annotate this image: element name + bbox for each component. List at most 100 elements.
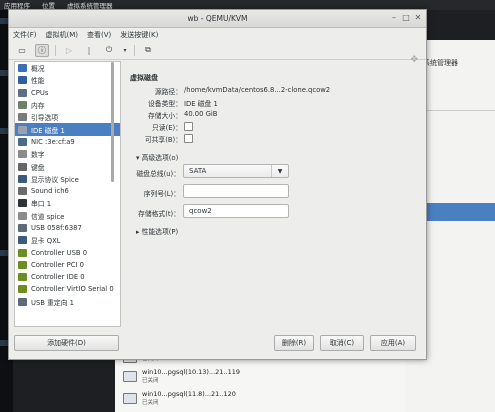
disk-bus-value: SATA <box>189 167 207 175</box>
minimize-icon[interactable]: – <box>389 13 399 22</box>
sidebar-item-label: IDE 磁盘 1 <box>31 126 65 135</box>
sidebar-item[interactable]: 概况 <box>15 62 120 74</box>
shutdown-icon[interactable]: ⏻ <box>102 44 116 57</box>
disk-icon <box>18 125 27 134</box>
menu-vm[interactable]: 虚拟机(M) <box>46 30 79 40</box>
remove-button[interactable]: 删除(R) <box>274 335 314 351</box>
sidebar-item-label: NIC :3e:cf:a9 <box>31 137 75 146</box>
sidebar-item[interactable]: 内存 <box>15 99 120 111</box>
toolbar-separator <box>55 44 56 56</box>
readonly-label: 只读(E)： <box>152 124 182 132</box>
sidebar-item[interactable]: 数字 <box>15 148 120 160</box>
keyboard-icon <box>18 162 27 171</box>
vm-list-item[interactable]: win10...pgsql(10.13)...21..119 已关闭 <box>123 368 240 384</box>
sidebar-item[interactable]: 引导选项 <box>15 111 120 123</box>
sidebar-item[interactable]: 性能 <box>15 74 120 86</box>
window-titlebar[interactable]: wb - QEMU/KVM – □ ✕ <box>9 10 426 28</box>
pause-icon[interactable]: ‖ <box>82 44 96 57</box>
section-title: 虚拟磁盘 <box>130 74 158 82</box>
toolbar-separator <box>134 44 135 56</box>
maximize-icon[interactable]: □ <box>401 13 411 22</box>
memory-icon <box>18 101 27 110</box>
readonly-checkbox[interactable] <box>184 122 193 131</box>
menu-bar: 文件(F) 虚拟机(M) 查看(V) 发送按键(K) <box>9 28 426 41</box>
serial-label: 序列号(L)： <box>143 190 180 198</box>
sidebar-item-label: 引导选项 <box>31 114 59 123</box>
sidebar-item[interactable]: USB 058f:6387 <box>15 222 120 234</box>
sidebar-item[interactable]: USB 重定向 1 <box>15 296 120 308</box>
sidebar-item[interactable]: CPUs <box>15 87 120 99</box>
menu-send-key[interactable]: 发送按键(K) <box>120 30 158 40</box>
sidebar-item-label: CPUs <box>31 88 49 97</box>
toolbar: ▭ ⓘ ▷ ‖ ⏻ ▾ ⧉ <box>9 41 426 60</box>
storage-format-label: 存储格式(t)： <box>138 210 180 218</box>
sidebar-item-label: 显卡 QXL <box>31 237 61 246</box>
overview-icon <box>18 64 27 73</box>
disk-bus-select[interactable]: SATA ▼ <box>183 164 289 178</box>
performance-options-expander[interactable]: ▸ 性能选项(P) <box>136 226 178 236</box>
chevron-down-icon: ▼ <box>271 165 288 177</box>
advanced-options-expander[interactable]: ▾ 高级选项(o) <box>136 152 178 162</box>
source-path-label: 源路径： <box>154 88 182 96</box>
monitor-icon <box>123 370 137 382</box>
sidebar-item[interactable]: 键盘 <box>15 160 120 172</box>
storage-size-value: 40.00 GiB <box>184 110 218 118</box>
close-icon[interactable]: ✕ <box>413 13 423 22</box>
disk-details-panel: 虚拟磁盘 源路径： /home/kvmData/centos6.8...2-cl… <box>122 61 422 325</box>
usb-icon <box>18 224 27 232</box>
sidebar-item[interactable]: 信道 spice <box>15 210 120 222</box>
shareable-checkbox[interactable] <box>184 134 193 143</box>
sidebar-item-label: 信道 spice <box>31 212 65 221</box>
controller-icon <box>18 260 27 269</box>
sidebar-item[interactable]: IDE 磁盘 1 <box>15 123 120 136</box>
sidebar-item-label: 数字 <box>31 151 45 160</box>
storage-format-input[interactable]: qcow2 <box>183 204 289 218</box>
usb-redir-icon <box>18 297 27 306</box>
fullscreen-icon[interactable]: ⧉ <box>141 44 155 57</box>
shutdown-menu-chevron-icon[interactable]: ▾ <box>122 44 128 57</box>
sidebar-item[interactable]: Sound ich6 <box>15 185 120 197</box>
serial-input[interactable] <box>183 184 289 198</box>
sidebar-item[interactable]: Controller PCI 0 <box>15 259 120 271</box>
gear-icon <box>18 113 27 122</box>
shareable-label: 可共享(B)： <box>144 136 182 144</box>
sidebar-item-label: 概况 <box>31 65 45 74</box>
sidebar-item[interactable]: Controller VirtIO Serial 0 <box>15 283 120 295</box>
cpu-icon <box>18 88 27 97</box>
hardware-list[interactable]: 概况 性能 CPUs 内存 引导选项 IDE 磁盘 1 NIC :3e:cf:a9 数字 键盘显… <box>14 61 121 327</box>
console-icon[interactable]: ▭ <box>15 44 29 57</box>
serial-icon <box>18 199 27 208</box>
sidebar-item[interactable]: Controller IDE 0 <box>15 271 120 283</box>
sidebar-item-label: 键盘 <box>31 163 45 172</box>
menu-view[interactable]: 查看(V) <box>87 30 111 40</box>
device-type-value: IDE 磁盘 1 <box>184 100 218 108</box>
details-icon[interactable]: ⓘ <box>35 43 49 57</box>
sidebar-item-label: Controller VirtIO Serial 0 <box>31 285 114 294</box>
add-hardware-button[interactable]: 添加硬件(D) <box>14 335 119 351</box>
run-icon[interactable]: ▷ <box>62 44 76 57</box>
channel-icon <box>18 211 27 220</box>
scrollbar[interactable] <box>111 62 114 182</box>
tablet-icon <box>18 150 27 159</box>
video-icon <box>18 236 27 245</box>
controller-icon <box>18 285 27 294</box>
sidebar-item-label: 内存 <box>31 102 45 111</box>
sidebar-item[interactable]: NIC :3e:cf:a9 <box>15 136 120 148</box>
controller-icon <box>18 248 27 257</box>
sidebar-item[interactable]: 串口 1 <box>15 197 120 209</box>
sidebar-item-label: Sound ich6 <box>31 187 69 196</box>
sidebar-item[interactable]: 显示协议 Spice <box>15 173 120 185</box>
sidebar-item[interactable]: Controller USB 0 <box>15 246 120 258</box>
device-type-label: 设备类型： <box>148 100 182 108</box>
monitor-icon <box>123 392 137 404</box>
controller-icon <box>18 273 27 282</box>
cancel-button[interactable]: 取消(C) <box>320 335 364 351</box>
sidebar-item-label: Controller USB 0 <box>31 248 88 257</box>
vm-list-item[interactable]: win10...pgsql(11.8)...21..120 已关闭 <box>123 390 236 406</box>
menu-file[interactable]: 文件(F) <box>13 30 37 40</box>
vm-details-window: wb - QEMU/KVM – □ ✕ 文件(F) 虚拟机(M) 查看(V) 发… <box>8 9 427 360</box>
sidebar-item[interactable]: 显卡 QXL <box>15 234 120 246</box>
apply-button[interactable]: 应用(A) <box>370 335 416 351</box>
sound-icon <box>18 187 27 196</box>
nic-icon <box>18 137 27 146</box>
